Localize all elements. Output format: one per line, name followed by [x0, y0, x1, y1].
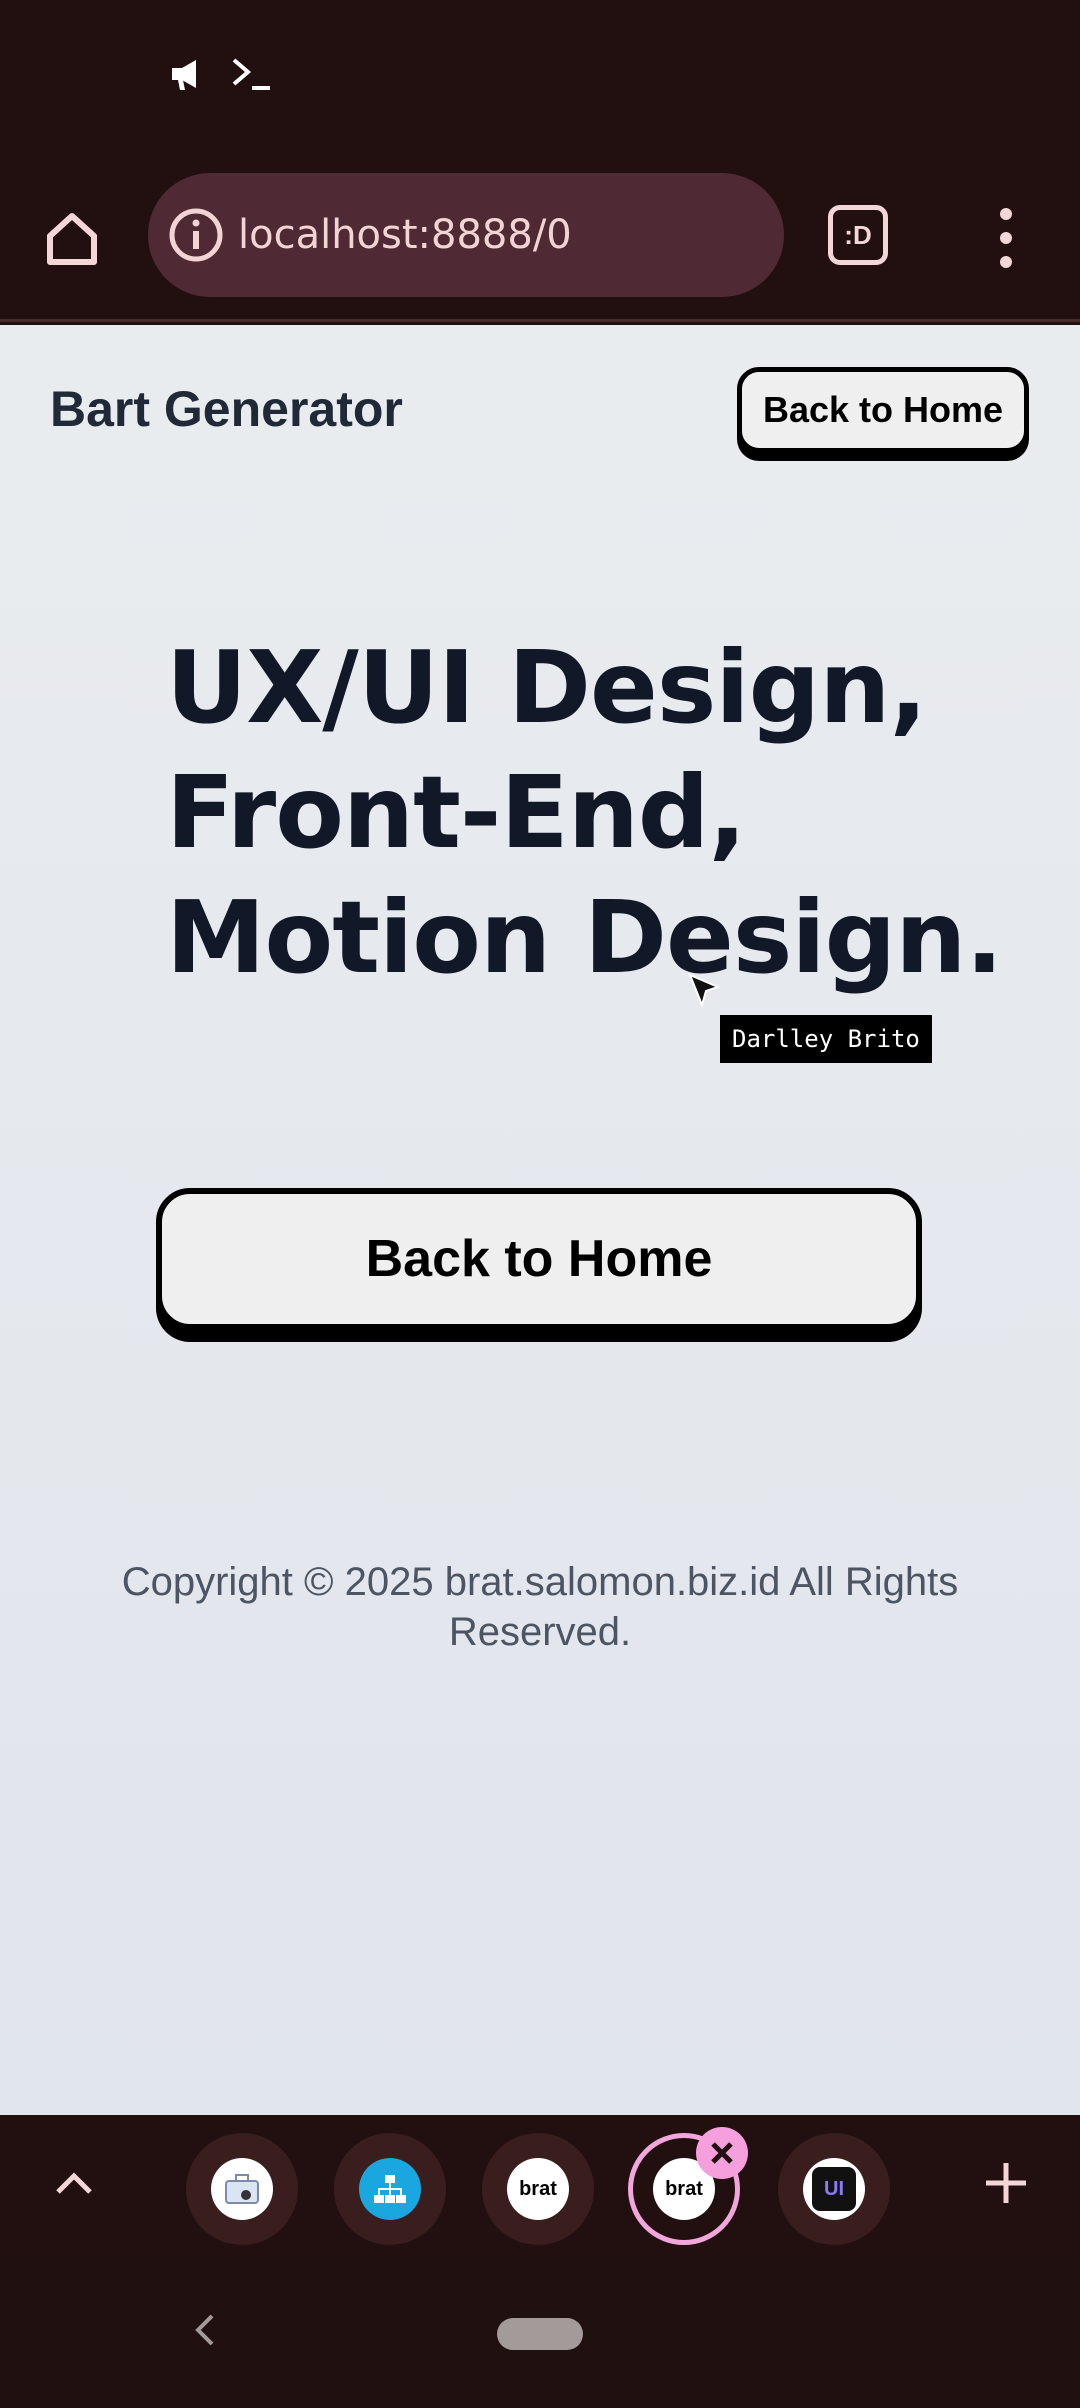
url-bar[interactable]: localhost:8888/0 [148, 173, 784, 297]
back-arrow-icon[interactable] [186, 2310, 226, 2350]
mouse-cursor-icon [688, 973, 721, 1009]
main-back-to-home-button[interactable]: Back to Home [156, 1188, 922, 1330]
hero-line: UX/UI Design, [166, 629, 927, 746]
home-pill[interactable] [497, 2318, 583, 2350]
web-page: Bart Generator Back to Home UX/UI Design… [0, 325, 1080, 2115]
top-back-to-home-button[interactable]: Back to Home [737, 367, 1029, 453]
tab-brat[interactable]: brat [482, 2133, 594, 2245]
tooltip: Darlley Brito [720, 1015, 932, 1063]
tab-strip: brat brat UI [0, 2115, 1080, 2260]
chevron-up-icon[interactable] [46, 2155, 102, 2211]
ui-favicon-label: UI [812, 2167, 856, 2211]
copyright-text: Copyright © 2025 brat.salomon.biz.id All… [121, 1560, 959, 1654]
add-tab-icon[interactable] [978, 2155, 1034, 2211]
url-text[interactable]: localhost:8888/0 [238, 212, 572, 258]
tab-sitemap[interactable] [334, 2133, 446, 2245]
sitemap-favicon-icon [359, 2158, 421, 2220]
close-tab-icon[interactable] [696, 2127, 748, 2179]
browser-toolbar: localhost:8888/0 :D [0, 150, 1080, 322]
home-icon[interactable] [36, 202, 108, 274]
hero-line: Motion Design. [166, 879, 1003, 996]
toolbox-favicon-icon [211, 2158, 273, 2220]
tab-switcher-button[interactable]: :D [828, 205, 888, 265]
status-bar [0, 0, 1080, 150]
hero-line: Front-End, [166, 754, 747, 871]
terminal-icon [230, 52, 274, 96]
more-menu-icon[interactable] [990, 202, 1022, 274]
brat-favicon: brat [507, 2158, 569, 2220]
hero-heading: UX/UI Design, Front-End, Motion Design. [166, 625, 1026, 1000]
brand-title: Bart Generator [50, 381, 403, 437]
info-icon[interactable] [168, 207, 224, 263]
megaphone-icon [168, 52, 204, 96]
tab-ui[interactable]: UI [778, 2133, 890, 2245]
ui-favicon: UI [803, 2158, 865, 2220]
system-navigation-bar [0, 2260, 1080, 2408]
tab-toolbox[interactable] [186, 2133, 298, 2245]
